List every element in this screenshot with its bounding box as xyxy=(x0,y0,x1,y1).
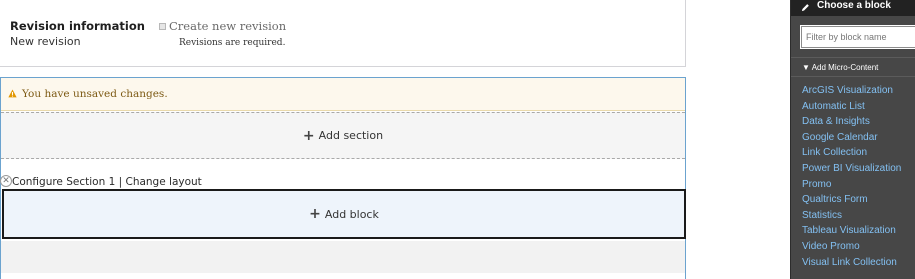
link-separator: | xyxy=(115,176,126,188)
block-link-list: ArcGIS Visualization Automatic List Data… xyxy=(802,85,901,272)
add-block-link[interactable]: + Add block xyxy=(2,189,686,239)
change-layout-link[interactable]: Change layout xyxy=(125,176,201,188)
create-revision-checkbox-row[interactable]: Create new revision xyxy=(159,19,286,33)
section-configure-links: Configure Section 1 | Change layout xyxy=(12,176,202,188)
section-region xyxy=(1,241,685,273)
unsaved-changes-message: You have unsaved changes. xyxy=(1,78,685,111)
micro-content-group-toggle[interactable]: ▼ Add Micro-Content xyxy=(802,63,878,72)
sidebar-title: Choose a block xyxy=(817,0,891,11)
pencil-icon xyxy=(801,3,809,11)
block-link-google-calendar[interactable]: Google Calendar xyxy=(802,132,901,148)
add-block-label: Add block xyxy=(324,207,379,221)
block-link-data-insights[interactable]: Data & Insights xyxy=(802,116,901,132)
revision-title: Revision information xyxy=(10,19,145,33)
choose-block-sidebar: Choose a block ▼ Add Micro-Content ArcGI… xyxy=(790,0,915,279)
revision-status: New revision xyxy=(10,35,81,48)
sidebar-header: Choose a block xyxy=(791,0,915,16)
warning-icon xyxy=(8,88,17,97)
add-section-link[interactable]: + Add section xyxy=(1,112,685,159)
create-revision-checkbox[interactable] xyxy=(159,22,166,30)
configure-section-link[interactable]: Configure Section 1 xyxy=(12,176,115,188)
block-link-arcgis-visualization[interactable]: ArcGIS Visualization xyxy=(802,85,901,101)
plus-icon: + xyxy=(309,206,321,222)
block-link-automatic-list[interactable]: Automatic List xyxy=(802,101,901,117)
add-section-label: Add section xyxy=(318,129,384,142)
sidebar-divider xyxy=(791,76,915,77)
block-link-link-collection[interactable]: Link Collection xyxy=(802,147,901,163)
block-link-visual-link-collection[interactable]: Visual Link Collection xyxy=(802,257,901,273)
plus-icon: + xyxy=(302,127,315,144)
block-filter-input[interactable] xyxy=(800,25,915,49)
block-link-video-promo[interactable]: Video Promo xyxy=(802,241,901,257)
revision-help-text: Revisions are required. xyxy=(179,38,286,48)
block-link-statistics[interactable]: Statistics xyxy=(802,210,901,226)
revision-information-panel: Revision information New revision Create… xyxy=(0,0,686,67)
close-icon[interactable]: ✕ xyxy=(0,175,12,187)
sidebar-divider xyxy=(791,57,915,58)
layout-builder: You have unsaved changes. + Add section … xyxy=(0,77,686,279)
unsaved-changes-text: You have unsaved changes. xyxy=(22,88,168,100)
block-link-qualtrics-form[interactable]: Qualtrics Form xyxy=(802,194,901,210)
create-revision-label: Create new revision xyxy=(169,19,287,33)
block-link-power-bi-visualization[interactable]: Power BI Visualization xyxy=(802,163,901,179)
block-link-tableau-visualization[interactable]: Tableau Visualization xyxy=(802,225,901,241)
block-link-promo[interactable]: Promo xyxy=(802,179,901,195)
